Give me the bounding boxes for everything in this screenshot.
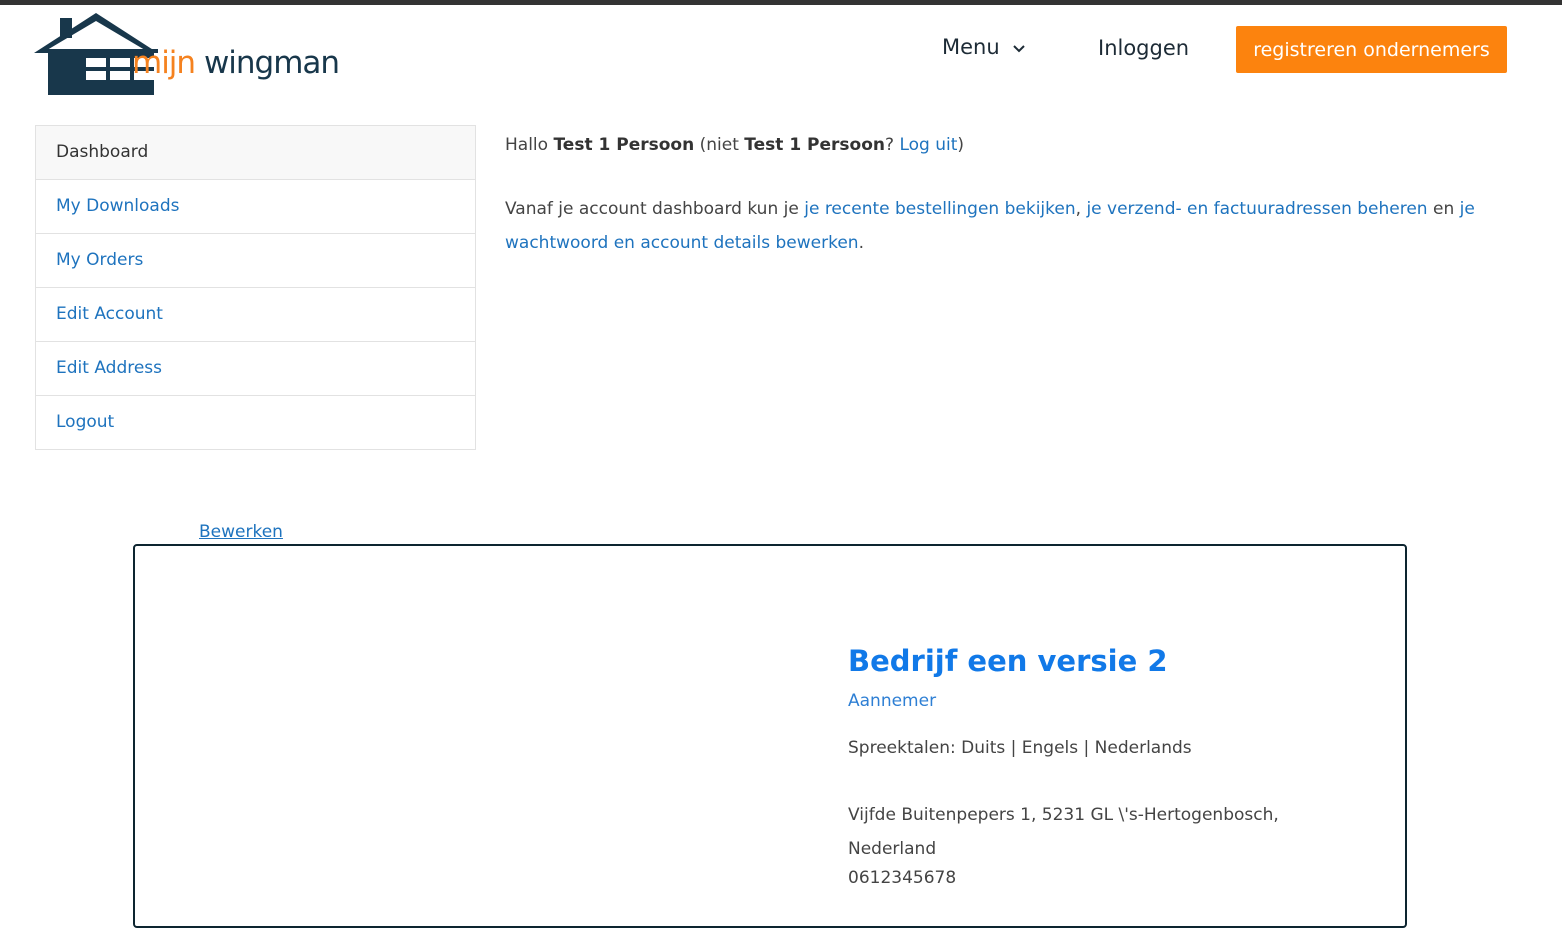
site-logo[interactable]: mijn wingman (34, 11, 340, 95)
logo-wordmark: mijn wingman (132, 45, 340, 81)
company-address-line: Vijfde Buitenpepers 1, 5231 GL \'s-Herto… (848, 805, 1279, 825)
logout-link[interactable]: Log uit (899, 135, 957, 155)
recent-orders-link[interactable]: je recente bestellingen bekijken (804, 199, 1075, 219)
greeting-hello: Hallo (505, 135, 549, 155)
intro-text-before: Vanaf je account dashboard kun je (505, 199, 799, 219)
account-dashboard-content: Hallo Test 1 Persoon (niet Test 1 Persoo… (505, 128, 1485, 260)
logo-text-prefix: mijn (132, 45, 196, 81)
sidebar-item-edit-account[interactable]: Edit Account (36, 288, 475, 342)
sidebar-item-downloads[interactable]: My Downloads (36, 180, 475, 234)
nav-menu-toggle[interactable]: Menu (942, 35, 1026, 59)
greeting-question: ? (885, 135, 895, 155)
company-name: Bedrijf een versie 2 (848, 644, 1168, 678)
intro-and: en (1432, 199, 1455, 219)
greeting-not-user: Test 1 Persoon (744, 135, 886, 155)
intro-comma: , (1075, 199, 1082, 219)
company-phone: 0612345678 (848, 868, 957, 888)
nav-login-link[interactable]: Inloggen (1098, 36, 1189, 60)
nav-menu-label: Menu (942, 35, 1000, 59)
sidebar-item-dashboard[interactable]: Dashboard (36, 126, 475, 180)
company-edit-link[interactable]: Bewerken (199, 522, 283, 542)
greeting-user-name: Test 1 Persoon (553, 135, 695, 155)
sidebar-item-logout[interactable]: Logout (36, 396, 475, 450)
register-entrepreneurs-button[interactable]: registreren ondernemers (1236, 26, 1507, 73)
chevron-down-icon (1012, 44, 1025, 52)
dashboard-intro-paragraph: Vanaf je account dashboard kun je je rec… (505, 192, 1485, 260)
company-profile-card: Bedrijf een versie 2 Aannemer Spreektale… (133, 544, 1407, 928)
logo-text-suffix: wingman (203, 45, 340, 81)
greeting-paragraph: Hallo Test 1 Persoon (niet Test 1 Persoo… (505, 128, 1485, 162)
intro-period: . (858, 233, 864, 253)
company-address: Vijfde Buitenpepers 1, 5231 GL \'s-Herto… (848, 798, 1318, 866)
company-country: Nederland (848, 839, 937, 859)
greeting-not-prefix: (niet (699, 135, 739, 155)
account-navigation: Dashboard My Downloads My Orders Edit Ac… (35, 125, 476, 450)
company-languages: Spreektalen: Duits | Engels | Nederlands (848, 738, 1192, 758)
addresses-link[interactable]: je verzend- en factuuradressen beheren (1086, 199, 1427, 219)
site-header: mijn wingman Menu Inloggen registreren o… (0, 5, 1562, 100)
greeting-close-paren: ) (957, 135, 965, 155)
company-role-link[interactable]: Aannemer (848, 691, 936, 711)
sidebar-item-edit-address[interactable]: Edit Address (36, 342, 475, 396)
sidebar-item-orders[interactable]: My Orders (36, 234, 475, 288)
